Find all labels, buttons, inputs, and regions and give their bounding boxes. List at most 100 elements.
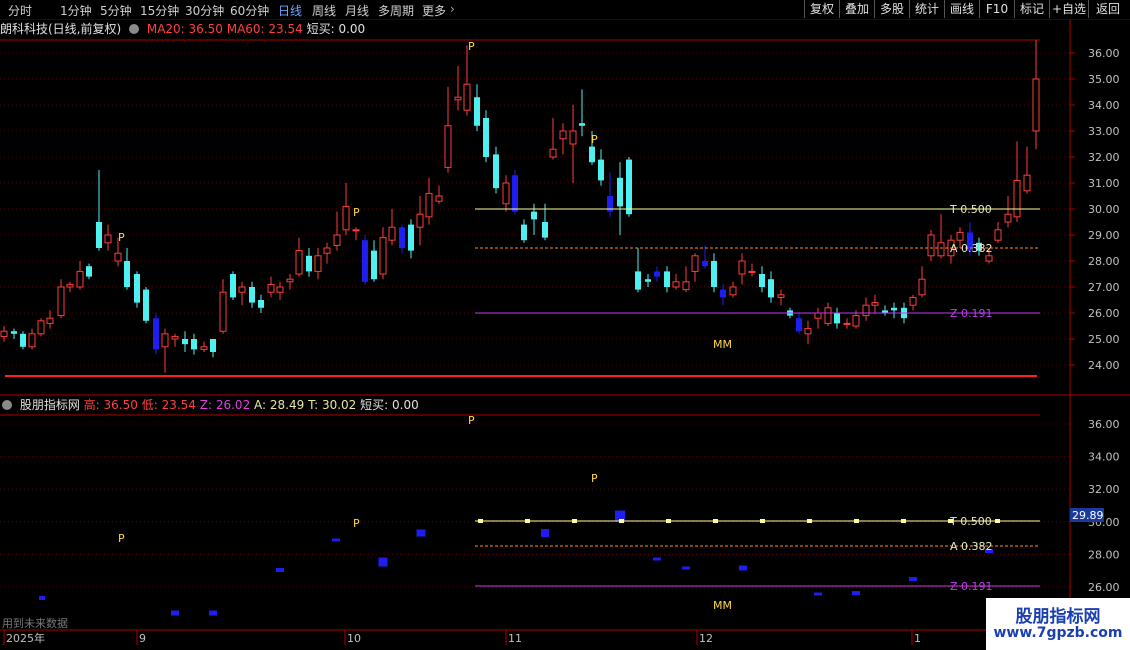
candle-body: [956, 231, 964, 241]
candle-body: [635, 271, 641, 290]
candle-body: [985, 255, 993, 262]
ind-mark: [852, 591, 860, 595]
candle-body: [918, 278, 926, 296]
ind-mark: [541, 529, 549, 537]
candle-body: [531, 211, 537, 220]
main-grid: [0, 19, 1130, 650]
candle-body: [444, 125, 452, 168]
price-tick-label: 29.00: [1088, 229, 1120, 242]
candle-body: [20, 333, 26, 347]
ind-mark: [814, 592, 822, 596]
candle-body: [342, 205, 350, 231]
candle-body: [37, 320, 45, 335]
candle-body: [483, 118, 489, 157]
candle-body: [549, 148, 557, 158]
price-tick-label: 26.00: [1088, 307, 1120, 320]
candle-body: [617, 177, 623, 207]
candle-body: [824, 307, 832, 324]
candle-body: [352, 229, 360, 232]
p-marker: P: [468, 40, 475, 53]
candle-body: [86, 266, 92, 277]
candle-body: [267, 283, 275, 293]
p-marker: P: [118, 231, 125, 244]
candle-body: [1013, 179, 1021, 218]
ind-z-level-label: Z 0.191: [950, 580, 993, 593]
candle-body: [46, 317, 54, 324]
candle-body: [314, 255, 322, 272]
candle-body: [474, 97, 480, 126]
time-tick-label: 10: [347, 632, 361, 645]
future-data-note: 用到未来数据: [2, 617, 68, 630]
candle-body: [306, 255, 312, 272]
ind-mark: [739, 565, 747, 571]
candle-body: [814, 312, 822, 319]
candle-body: [493, 154, 499, 189]
ind-p-marker: P: [468, 414, 475, 427]
candle-body: [843, 322, 851, 325]
candle-body: [937, 242, 945, 257]
candle-body: [276, 286, 284, 293]
kline-chart[interactable]: T 0.500 A 0.382 Z 0.191 MM P P P P T 0.5…: [0, 0, 1130, 650]
candle-body: [171, 335, 179, 340]
candle-body: [238, 286, 246, 293]
price-tick-label: 25.00: [1088, 333, 1120, 346]
candle-body: [161, 333, 169, 348]
t-level-label: T 0.500: [949, 203, 992, 216]
ind-mark: [682, 566, 690, 570]
candle-body: [416, 213, 424, 228]
candle-body: [379, 237, 387, 275]
candle-body: [720, 289, 726, 298]
candle-body: [425, 192, 433, 218]
candle-body: [66, 283, 74, 288]
candle-body: [682, 281, 690, 291]
ind-mark: [653, 557, 661, 561]
price-tick-label: 35.00: [1088, 73, 1120, 86]
ind-mark: [332, 538, 340, 542]
ind-mark: [416, 529, 426, 537]
candle-body: [454, 96, 462, 101]
candle-body: [143, 289, 149, 321]
ind-mark: [909, 577, 917, 581]
time-tick-label: 9: [139, 632, 146, 645]
candle-body: [512, 175, 518, 212]
candle-body: [182, 339, 188, 345]
candle-body: [153, 318, 159, 350]
time-tick-label: 2025年: [6, 631, 45, 645]
price-tick-label: 28.00: [1088, 255, 1120, 268]
site-watermark: 股朋指标网 www.7gpzb.com: [986, 598, 1130, 650]
ind-price-tick-label: 28.00: [1088, 548, 1120, 561]
candle-body: [748, 270, 756, 273]
candle-body: [388, 226, 396, 241]
price-tick-label: 33.00: [1088, 125, 1120, 138]
ind-p-marker: P: [118, 532, 125, 545]
candle-body: [124, 261, 130, 287]
price-tick-label: 24.00: [1088, 359, 1120, 372]
candle-body: [994, 229, 1002, 241]
candle-body: [796, 318, 802, 332]
candle-body: [96, 222, 102, 248]
candle-body: [219, 291, 227, 332]
candle-body: [521, 224, 527, 241]
ind-mark: [171, 610, 179, 616]
p-marker: P: [353, 206, 360, 219]
candle-body: [759, 274, 765, 287]
price-tick-label: 27.00: [1088, 281, 1120, 294]
candle-body: [579, 123, 585, 126]
candle-body: [909, 296, 917, 306]
time-axis: 2025年 9 10 11 12 1: [0, 629, 1040, 645]
ind-p-marker: P: [591, 472, 598, 485]
candle-body: [371, 250, 377, 280]
a-level-label: A 0.382: [950, 242, 993, 255]
candle-body: [559, 130, 567, 140]
p-marker: P: [591, 133, 598, 146]
candle-body: [645, 279, 651, 282]
price-tick-label: 36.00: [1088, 47, 1120, 60]
z-level-label: Z 0.191: [950, 307, 993, 320]
candle-body: [702, 261, 708, 267]
candle-body: [542, 222, 548, 238]
main-price-axis: 36.00 35.00 34.00 33.00 32.00 31.00 30.00 29.00…: [1070, 47, 1120, 372]
candle-body: [0, 330, 8, 337]
candle-body: [598, 159, 604, 181]
candle-body: [891, 307, 897, 311]
candle-body: [249, 287, 255, 303]
